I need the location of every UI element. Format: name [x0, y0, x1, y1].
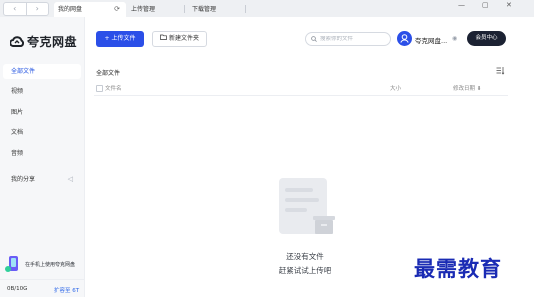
forward-arrow-icon[interactable]: › — [25, 3, 49, 15]
sort-view-icon[interactable] — [496, 66, 505, 75]
sidebar-item-label: 视频 — [11, 88, 24, 95]
tab-strip: ‹ › 我的网盘 ⟳ 上传管理 下载管理 — ▢ ✕ — [0, 0, 534, 17]
eye-icon[interactable]: ◉ — [452, 35, 457, 42]
back-arrow-icon[interactable]: ‹ — [4, 3, 26, 15]
breadcrumb: 全部文件 — [96, 70, 121, 77]
new-folder-label: 新建文件夹 — [168, 35, 199, 42]
empty-folder-illustration — [279, 178, 335, 234]
share-eye-icon: ◁ — [67, 175, 73, 183]
sidebar-item-label: 音频 — [11, 150, 24, 157]
sidebar-item-label: 图片 — [11, 109, 24, 116]
logo-text: 夸克网盘 — [27, 35, 78, 49]
promo-text: 在手机上使用夸克网盘 — [25, 261, 76, 268]
history-nav: ‹ › — [3, 2, 49, 16]
select-all-checkbox[interactable] — [96, 85, 103, 92]
tab-label: 我的网盘 — [58, 6, 83, 13]
sidebar-item-label: 全部文件 — [11, 68, 36, 75]
tab-label: 上传管理 — [131, 6, 156, 13]
tab-download-manager[interactable]: 下载管理 — [188, 2, 248, 17]
sidebar-item-all-files[interactable]: 全部文件 — [3, 64, 81, 79]
empty-state-subtitle: 赶紧试试上传吧 — [278, 266, 332, 275]
sidebar-item-label: 我的分享 — [11, 176, 36, 183]
maximize-icon[interactable]: ▢ — [482, 0, 489, 10]
sidebar-item-video[interactable]: 视频 — [3, 84, 81, 99]
close-icon[interactable]: ✕ — [506, 0, 512, 10]
tab-my-drive[interactable]: 我的网盘 ⟳ — [54, 2, 126, 17]
column-header-name[interactable]: 文件名 — [105, 84, 122, 92]
sidebar-item-audio[interactable]: 音频 — [3, 146, 81, 161]
file-list-header: 文件名 大小 修改日期 ⬇ — [94, 82, 508, 96]
empty-state-title: 还没有文件 — [286, 252, 324, 261]
sidebar: 夸克网盘 全部文件 视频 图片 文档 音频 我的分享 ◁ 在手机上使用夸克网盘 … — [0, 17, 85, 297]
tab-label: 下载管理 — [192, 6, 217, 13]
folder-icon — [160, 32, 167, 46]
refresh-icon[interactable]: ⟳ — [114, 2, 120, 17]
tab-divider — [245, 5, 246, 13]
member-center-button[interactable]: 会员中心 — [467, 31, 506, 46]
expand-storage-link[interactable]: 扩容至 6T — [54, 286, 79, 294]
sidebar-item-documents[interactable]: 文档 — [3, 125, 81, 140]
column-header-size[interactable]: 大小 — [390, 84, 401, 92]
tab-divider — [184, 5, 185, 13]
search-icon — [311, 36, 317, 42]
cloud-logo-icon — [10, 36, 24, 47]
watermark: 最需教育 — [414, 256, 502, 281]
storage-info: 0B/10G 扩容至 6T — [0, 279, 84, 298]
new-folder-button[interactable]: 新建文件夹 — [152, 31, 207, 47]
phone-promo-icon — [5, 256, 18, 272]
minimize-icon[interactable]: — — [458, 0, 465, 10]
column-header-date[interactable]: 修改日期 ⬇ — [453, 84, 481, 92]
sidebar-item-images[interactable]: 图片 — [3, 105, 81, 120]
mobile-promo[interactable]: 在手机上使用夸克网盘 — [5, 255, 75, 273]
tab-upload-manager[interactable]: 上传管理 — [127, 2, 187, 17]
search-box[interactable] — [305, 32, 391, 46]
storage-used-label: 0B/10G — [7, 286, 28, 292]
search-input[interactable] — [320, 36, 384, 42]
sidebar-item-my-shares[interactable]: 我的分享 ◁ — [3, 172, 81, 187]
username-label[interactable]: 夸克网盘... — [415, 35, 447, 45]
user-avatar-icon — [400, 34, 409, 43]
upload-file-button[interactable]: + 上传文件 — [96, 31, 144, 47]
app-logo: 夸克网盘 — [10, 33, 77, 50]
avatar[interactable] — [397, 31, 412, 46]
sidebar-item-label: 文档 — [11, 129, 24, 136]
